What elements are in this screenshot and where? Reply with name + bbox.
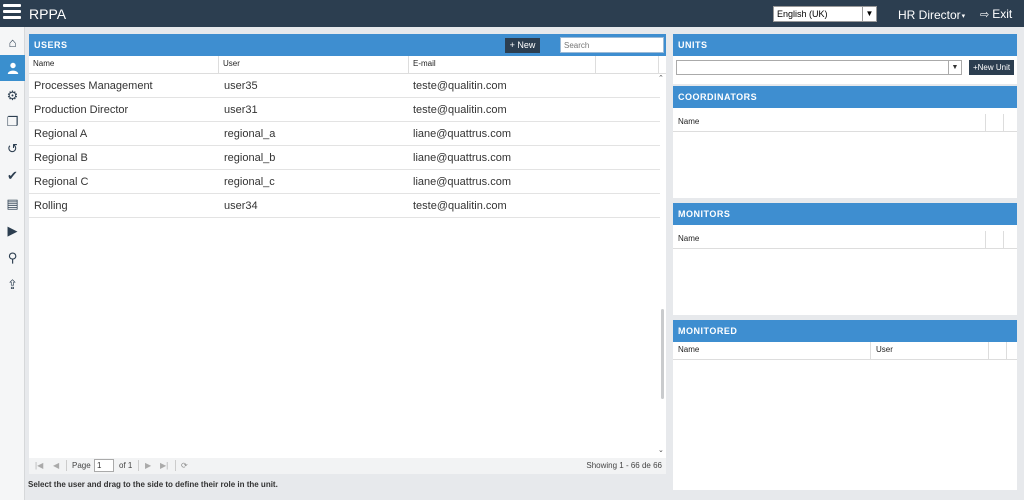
cell-email: liane@quattrus.com [413,152,511,164]
history-icon[interactable]: ↺ [0,136,25,162]
pager-divider [175,460,176,471]
cell-user: user35 [224,80,258,92]
col-name[interactable]: Name [673,231,986,249]
top-bar: RPPA English (UK) ▼ HR Director▾ ⇨ Exit [0,0,1024,27]
coordinators-columns: Name [673,114,1017,132]
user-icon-svg [7,62,18,74]
drag-hint: Select the user and drag to the side to … [28,480,278,489]
scroll-thumb[interactable] [661,309,664,399]
chevron-down-icon: ▼ [862,7,876,21]
role-label: HR Director [898,8,961,22]
upload-icon[interactable]: ⇪ [0,272,25,298]
cell-email: teste@qualitin.com [413,200,507,212]
table-row[interactable]: Regional B regional_b liane@quattrus.com [29,146,660,170]
next-page-icon[interactable]: ▶ [145,461,151,470]
cell-user: regional_b [224,152,276,164]
copy-icon[interactable]: ❐ [0,109,25,135]
exit-button[interactable]: ⇨ Exit [980,7,1012,21]
search-input[interactable] [560,37,664,53]
user-icon[interactable] [0,55,25,81]
users-table-body: Processes Management user35 teste@qualit… [29,74,666,218]
cell-user: user31 [224,104,258,116]
col-extra [596,56,659,74]
unit-select[interactable]: ▼ [676,60,962,75]
cell-email: teste@qualitin.com [413,80,507,92]
cell-user: regional_a [224,128,276,140]
table-row[interactable]: Regional C regional_c liane@quattrus.com [29,170,660,194]
exit-label: Exit [992,7,1013,21]
col-user[interactable]: User [219,56,409,74]
cell-email: liane@quattrus.com [413,128,511,140]
cell-name: Processes Management [34,80,153,92]
prev-page-icon[interactable]: ◀ [53,461,59,470]
home-icon[interactable]: ⌂ [0,29,25,55]
cell-name: Regional C [34,176,89,188]
showing-count: Showing 1 - 66 de 66 [586,461,662,470]
cell-user: user34 [224,200,258,212]
menu-icon[interactable] [3,4,21,22]
units-header: UNITS [673,34,1017,56]
page-of-label: of 1 [119,461,133,470]
users-column-headers: Name User E-mail [29,56,666,74]
monitors-columns: Name [673,231,1017,249]
page-label: Page [72,461,91,470]
monitored-columns: Name User [673,342,1017,360]
language-select[interactable]: English (UK) ▼ [773,6,877,22]
map-marker-icon[interactable]: ⚲ [0,245,25,271]
caret-down-icon: ▾ [961,12,966,20]
new-user-button[interactable]: + New [505,38,540,53]
last-page-icon[interactable]: ▶| [160,461,168,470]
cell-name: Regional B [34,152,88,164]
table-row[interactable]: Production Director user31 teste@qualiti… [29,98,660,122]
pager-divider [138,460,139,471]
users-panel: USERS + New Name User E-mail Processes M… [29,34,666,458]
role-menu[interactable]: HR Director▾ [898,8,965,22]
play-icon[interactable]: ▶ [0,218,25,244]
pager-divider [66,460,67,471]
col-email[interactable]: E-mail [409,56,596,74]
document-icon[interactable]: ▤ [0,191,25,217]
language-value: English (UK) [777,9,828,19]
app-title: RPPA [29,6,67,22]
new-unit-button[interactable]: +New Unit [969,60,1014,75]
chevron-down-icon: ▼ [948,61,961,74]
cell-user: regional_c [224,176,275,188]
col-extra [986,114,1004,132]
col-name[interactable]: Name [673,114,986,132]
col-extra [989,342,1007,360]
monitored-header: MONITORED [673,320,1017,342]
cell-name: Rolling [34,200,68,212]
first-page-icon[interactable]: |◀ [35,461,43,470]
cell-email: teste@qualitin.com [413,104,507,116]
table-row[interactable]: Rolling user34 teste@qualitin.com [29,194,660,218]
chevron-down-icon[interactable]: ⌄ [658,446,664,454]
sign-out-icon: ⇨ [980,9,990,21]
gears-icon[interactable]: ⚙ [0,83,25,109]
sidebar: ⌂ ⚙ ❐ ↺ ✔ ▤ ▶ ⚲ ⇪ [0,27,25,500]
users-title: USERS [34,40,68,50]
cell-name: Regional A [34,128,88,140]
cell-name: Production Director [34,104,129,116]
monitors-panel[interactable]: MONITORS Name [673,203,1017,315]
pager: |◀ ◀ Page 1 of 1 ▶ ▶| ⟳ Showing 1 - 66 d… [29,458,666,474]
units-panel: UNITS [673,34,1017,84]
refresh-icon[interactable]: ⟳ [181,461,188,470]
users-scrollbar[interactable]: ⌃ ⌄ [658,74,666,454]
table-row[interactable]: Processes Management user35 teste@qualit… [29,74,660,98]
cell-email: liane@quattrus.com [413,176,511,188]
col-extra [986,231,1004,249]
table-row[interactable]: Regional A regional_a liane@quattrus.com [29,122,660,146]
users-header: USERS + New [29,34,666,56]
monitored-panel[interactable]: MONITORED Name User [673,320,1017,490]
coordinators-panel[interactable]: COORDINATORS Name [673,86,1017,198]
col-name[interactable]: Name [673,342,871,360]
check-circle-icon[interactable]: ✔ [0,163,25,189]
page-input[interactable]: 1 [94,459,114,472]
chevron-up-icon[interactable]: ⌃ [658,74,664,82]
monitors-header: MONITORS [673,203,1017,225]
col-name[interactable]: Name [29,56,219,74]
col-user[interactable]: User [871,342,989,360]
coordinators-header: COORDINATORS [673,86,1017,108]
